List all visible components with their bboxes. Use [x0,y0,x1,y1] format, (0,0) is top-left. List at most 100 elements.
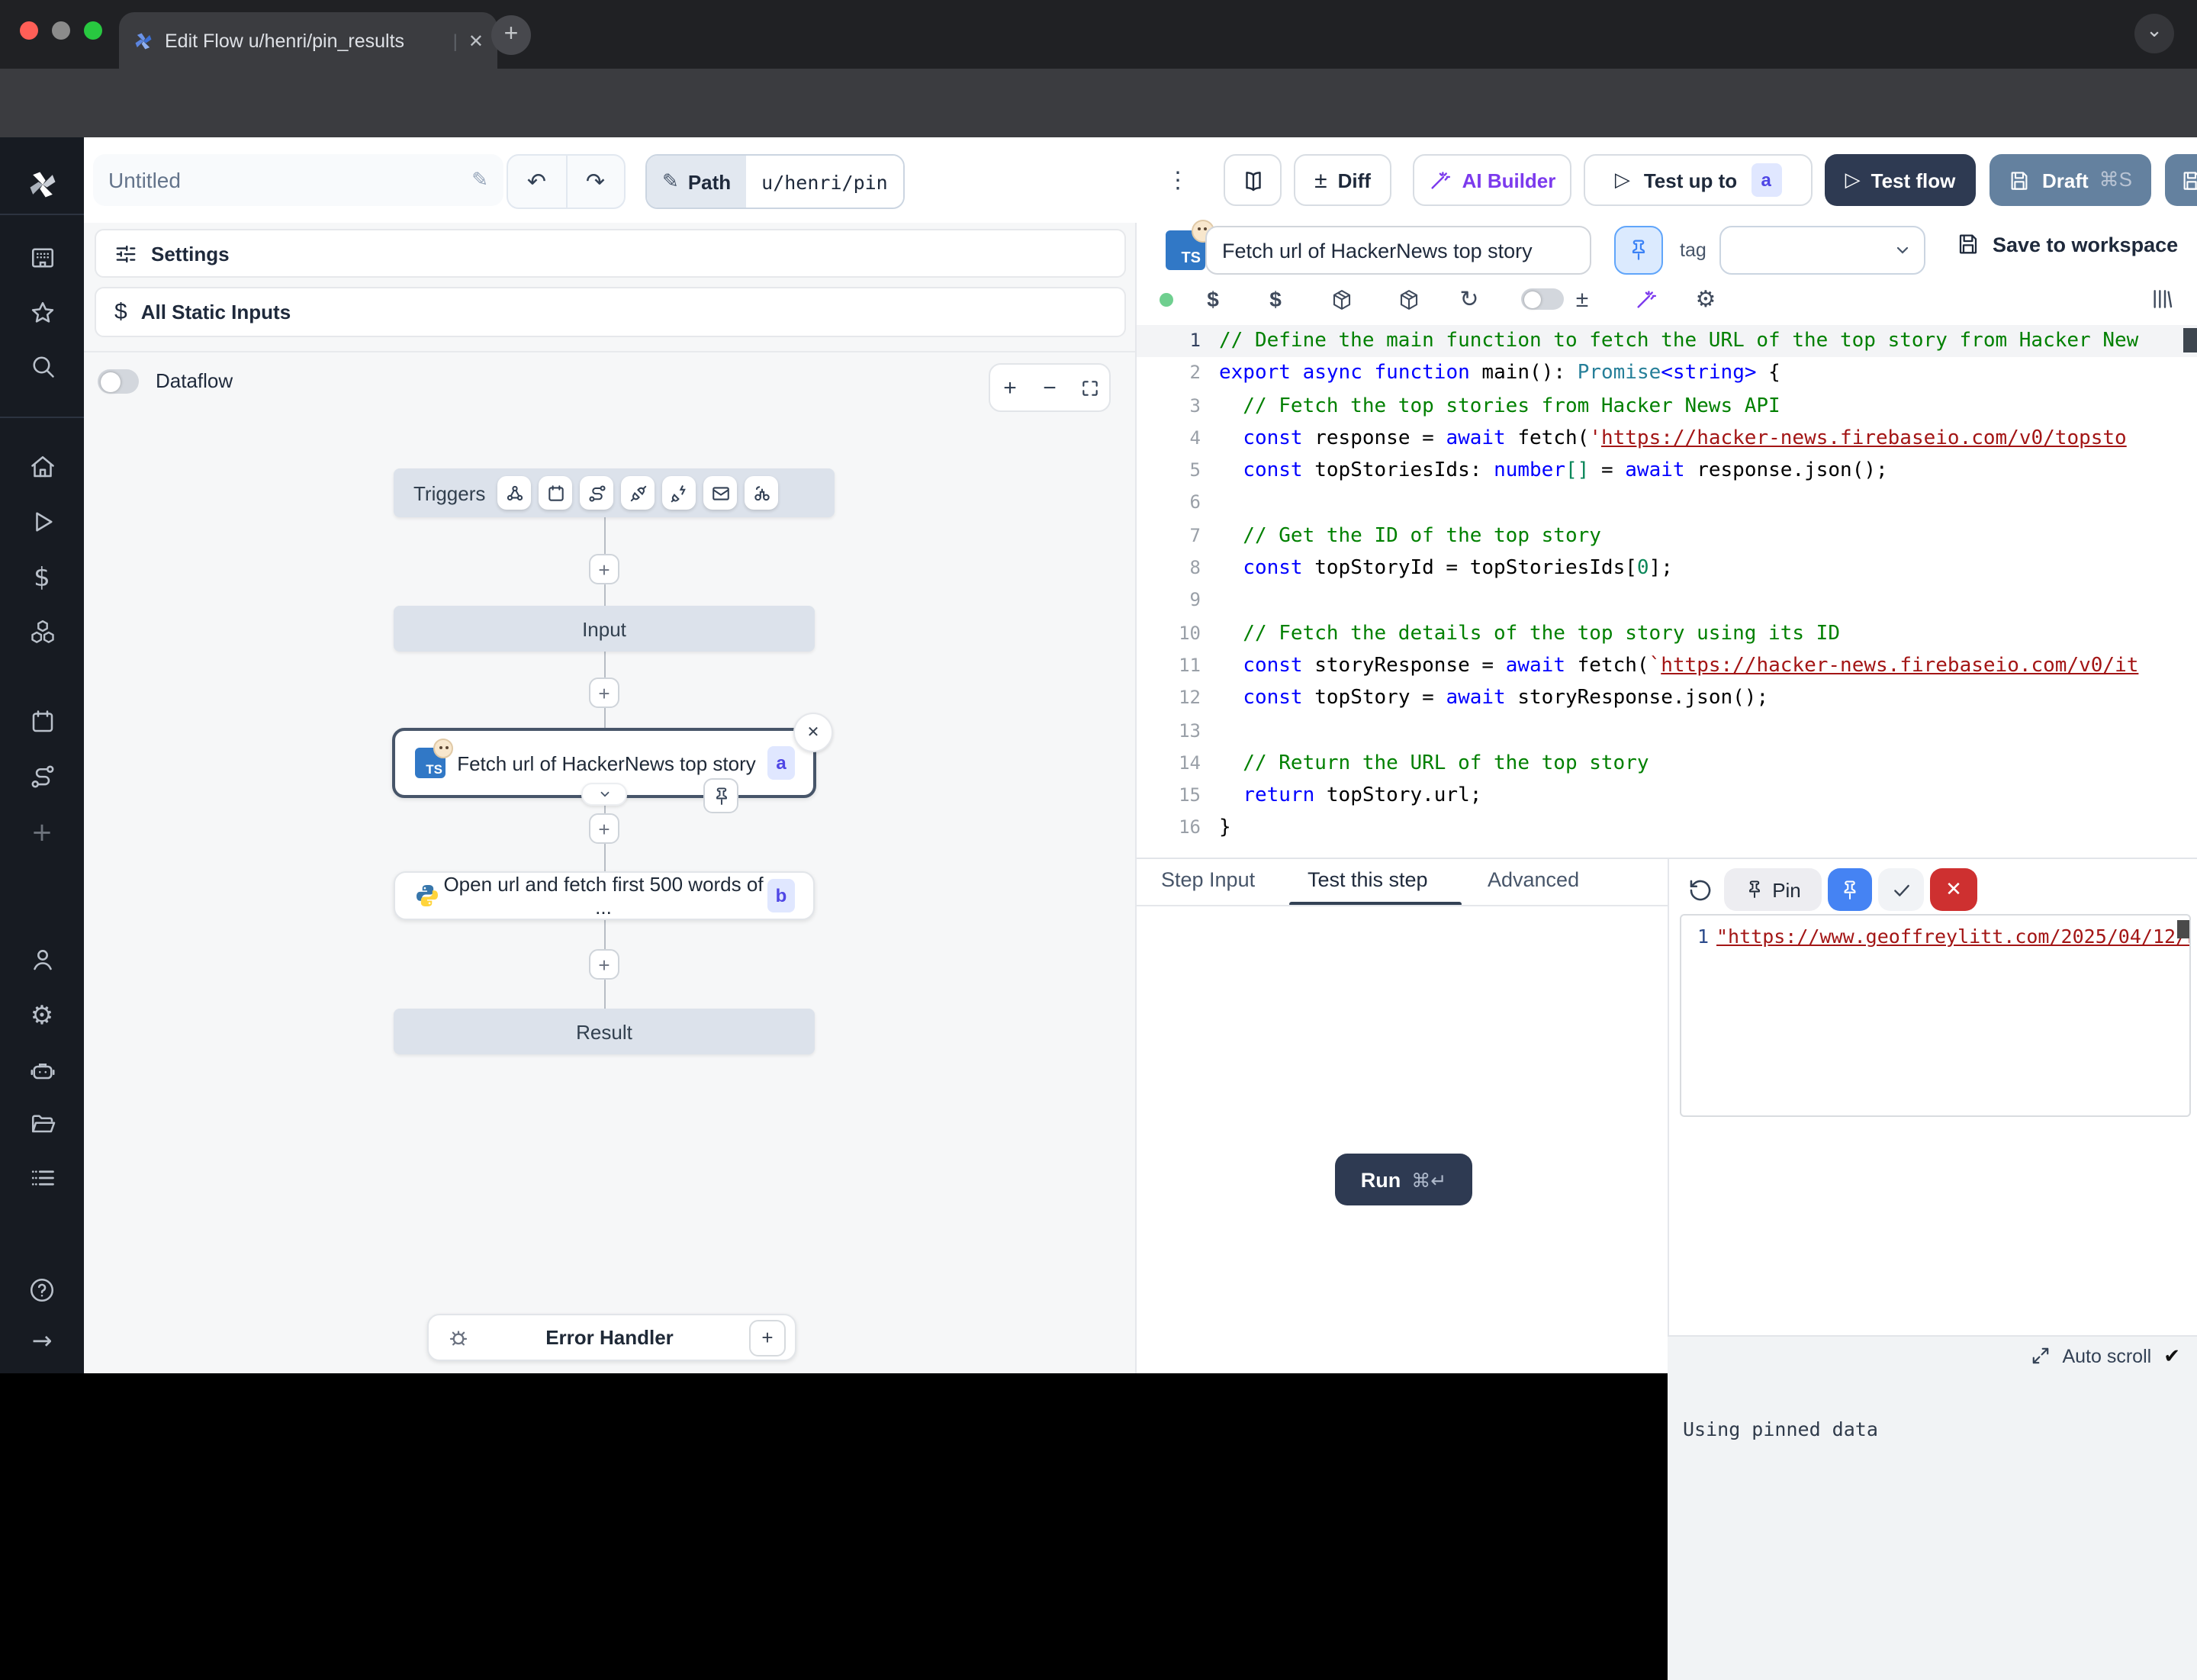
sidebar-item-routes[interactable] [0,763,84,790]
pinned-data-indicator[interactable] [703,778,738,813]
pin-active-button[interactable] [1828,868,1872,911]
window-close-button[interactable] [20,21,38,40]
editor-toggle[interactable] [1521,288,1564,310]
windmill-logo[interactable] [0,168,84,201]
sidebar-item-settings[interactable]: ⚙ [0,1001,84,1031]
sidebar-item-schedules[interactable] [0,708,84,735]
sidebar-item-runs[interactable] [0,508,84,536]
code-line[interactable]: 13 [1137,715,2197,748]
accept-button[interactable] [1878,868,1924,911]
dataflow-toggle[interactable] [98,369,139,394]
result-node[interactable]: Result [394,1009,815,1054]
add-step-button[interactable]: + [589,949,619,980]
tab-advanced[interactable]: Advanced [1488,868,1579,891]
websocket-trigger-button[interactable] [621,476,655,510]
ai-assist-button[interactable] [1631,284,1658,314]
package-lock-button[interactable] [1394,284,1422,314]
event-trigger-button[interactable] [662,476,696,510]
pin-toggle-button[interactable] [1614,226,1663,275]
sidebar-item-workers[interactable] [0,1057,84,1085]
window-zoom-button[interactable] [84,21,102,40]
zoom-in-button[interactable]: + [990,365,1030,410]
step-name-input[interactable]: Fetch url of HackerNews top story [1205,226,1591,275]
remove-step-button[interactable]: ✕ [793,713,833,752]
code-line[interactable]: 6 [1137,488,2197,520]
tab-close-icon[interactable]: ✕ [468,30,484,51]
sidebar-item-search[interactable] [0,352,84,380]
path-button[interactable]: ✎ Path u/henri/pin [645,154,905,209]
reload-code-button[interactable]: ↻ [1457,284,1481,314]
email-trigger-button[interactable] [703,476,737,510]
code-line[interactable]: 10 // Fetch the details of the top story… [1137,617,2197,650]
ai-builder-button[interactable]: AI Builder [1413,154,1571,206]
diff-mode-button[interactable]: ± [1570,284,1594,314]
code-line[interactable]: 12 const topStory = await storyResponse.… [1137,683,2197,716]
step-node-b[interactable]: Open url and fetch first 500 words of ..… [394,871,815,920]
error-handler-node[interactable]: Error Handler + [427,1314,796,1361]
triggers-node[interactable]: Triggers [394,468,835,517]
code-line[interactable]: 7 // Get the ID of the top story [1137,520,2197,553]
code-line[interactable]: 4 const response = await fetch('https://… [1137,423,2197,455]
code-line[interactable]: 1// Define the main function to fetch th… [1137,325,2197,358]
browser-tab[interactable]: Edit Flow u/henri/pin_results | ✕ [119,12,497,69]
add-step-button[interactable]: + [589,554,619,584]
settings-row[interactable]: Settings [95,229,1126,278]
code-line[interactable]: 2export async function main(): Promise<s… [1137,358,2197,391]
undo-button[interactable]: ↶ [508,156,567,208]
sidebar-item-folders[interactable] [0,1111,84,1138]
poll-trigger-button[interactable] [745,476,778,510]
input-node[interactable]: Input [394,606,815,652]
http-route-trigger-button[interactable] [580,476,613,510]
sidebar-collapse-button[interactable]: → [0,1326,84,1355]
resources-picker-button[interactable]: $ [1263,284,1288,314]
draft-button[interactable]: Draft ⌘S [1990,154,2151,206]
flow-more-menu-button[interactable]: ⋮ [1161,154,1195,206]
run-button[interactable]: Run ⌘↵ [1335,1154,1472,1205]
sidebar-item-variables[interactable]: $ [0,563,84,594]
package-button[interactable] [1327,284,1355,314]
window-minimize-button[interactable] [52,21,70,40]
code-line[interactable]: 8 const topStoryId = topStoriesIds[0]; [1137,552,2197,585]
sidebar-item-apps[interactable] [0,244,84,272]
webhook-trigger-button[interactable] [497,476,531,510]
new-tab-button[interactable]: + [491,15,531,55]
deploy-button[interactable]: Deploy [2165,154,2197,206]
test-flow-button[interactable]: ▷ Test flow [1825,154,1976,206]
sidebar-item-add[interactable]: + [0,818,84,848]
history-button[interactable] [1681,868,1718,911]
zoom-fit-button[interactable] [1070,365,1109,410]
expand-step-button[interactable] [581,783,627,806]
schedule-trigger-button[interactable] [539,476,572,510]
code-editor[interactable]: 1// Define the main function to fetch th… [1137,325,2197,858]
library-button[interactable] [2147,284,2177,314]
sidebar-item-resources[interactable] [0,618,84,645]
code-line[interactable]: 16} [1137,813,2197,845]
tab-search-button[interactable]: ⌄ [2134,14,2174,53]
sidebar-item-logs[interactable] [0,1164,84,1192]
code-line[interactable]: 5 const topStoriesIds: number[] = await … [1137,455,2197,488]
code-line[interactable]: 11 const storyResponse = await fetch(`ht… [1137,650,2197,683]
code-line[interactable]: 15 return topStory.url; [1137,780,2197,813]
tab-test-this-step[interactable]: Test this step [1308,868,1428,891]
sidebar-item-users[interactable] [0,946,84,974]
editor-settings-button[interactable]: ⚙ [1694,284,1718,314]
code-line[interactable]: 3 // Fetch the top stories from Hacker N… [1137,390,2197,423]
sidebar-item-favorites[interactable] [0,299,84,327]
tag-select[interactable] [1719,226,1925,275]
all-static-inputs-row[interactable]: $ All Static Inputs [95,287,1126,337]
tab-step-input[interactable]: Step Input [1161,868,1255,891]
clear-pin-button[interactable]: ✕ [1930,868,1977,911]
mini-editor-scrollbar[interactable] [2177,920,2189,938]
pinned-data-editor[interactable]: 1 "https://www.geoffreylitt.com/2025/04/… [1680,914,2191,1117]
zoom-out-button[interactable]: − [1030,365,1070,410]
auto-scroll-checkbox[interactable]: ✔ [2163,1344,2180,1368]
code-line[interactable]: 14 // Return the URL of the top story [1137,748,2197,780]
pin-chip-button[interactable]: Pin [1724,868,1822,911]
variables-picker-button[interactable]: $ [1201,284,1225,314]
add-error-handler-button[interactable]: + [749,1319,786,1356]
sidebar-item-home[interactable] [0,453,84,481]
expand-icon[interactable] [2030,1346,2050,1366]
sidebar-item-help[interactable] [0,1276,84,1305]
save-to-workspace-button[interactable]: Save to workspace [1956,232,2178,256]
redo-button[interactable]: ↷ [567,156,624,208]
